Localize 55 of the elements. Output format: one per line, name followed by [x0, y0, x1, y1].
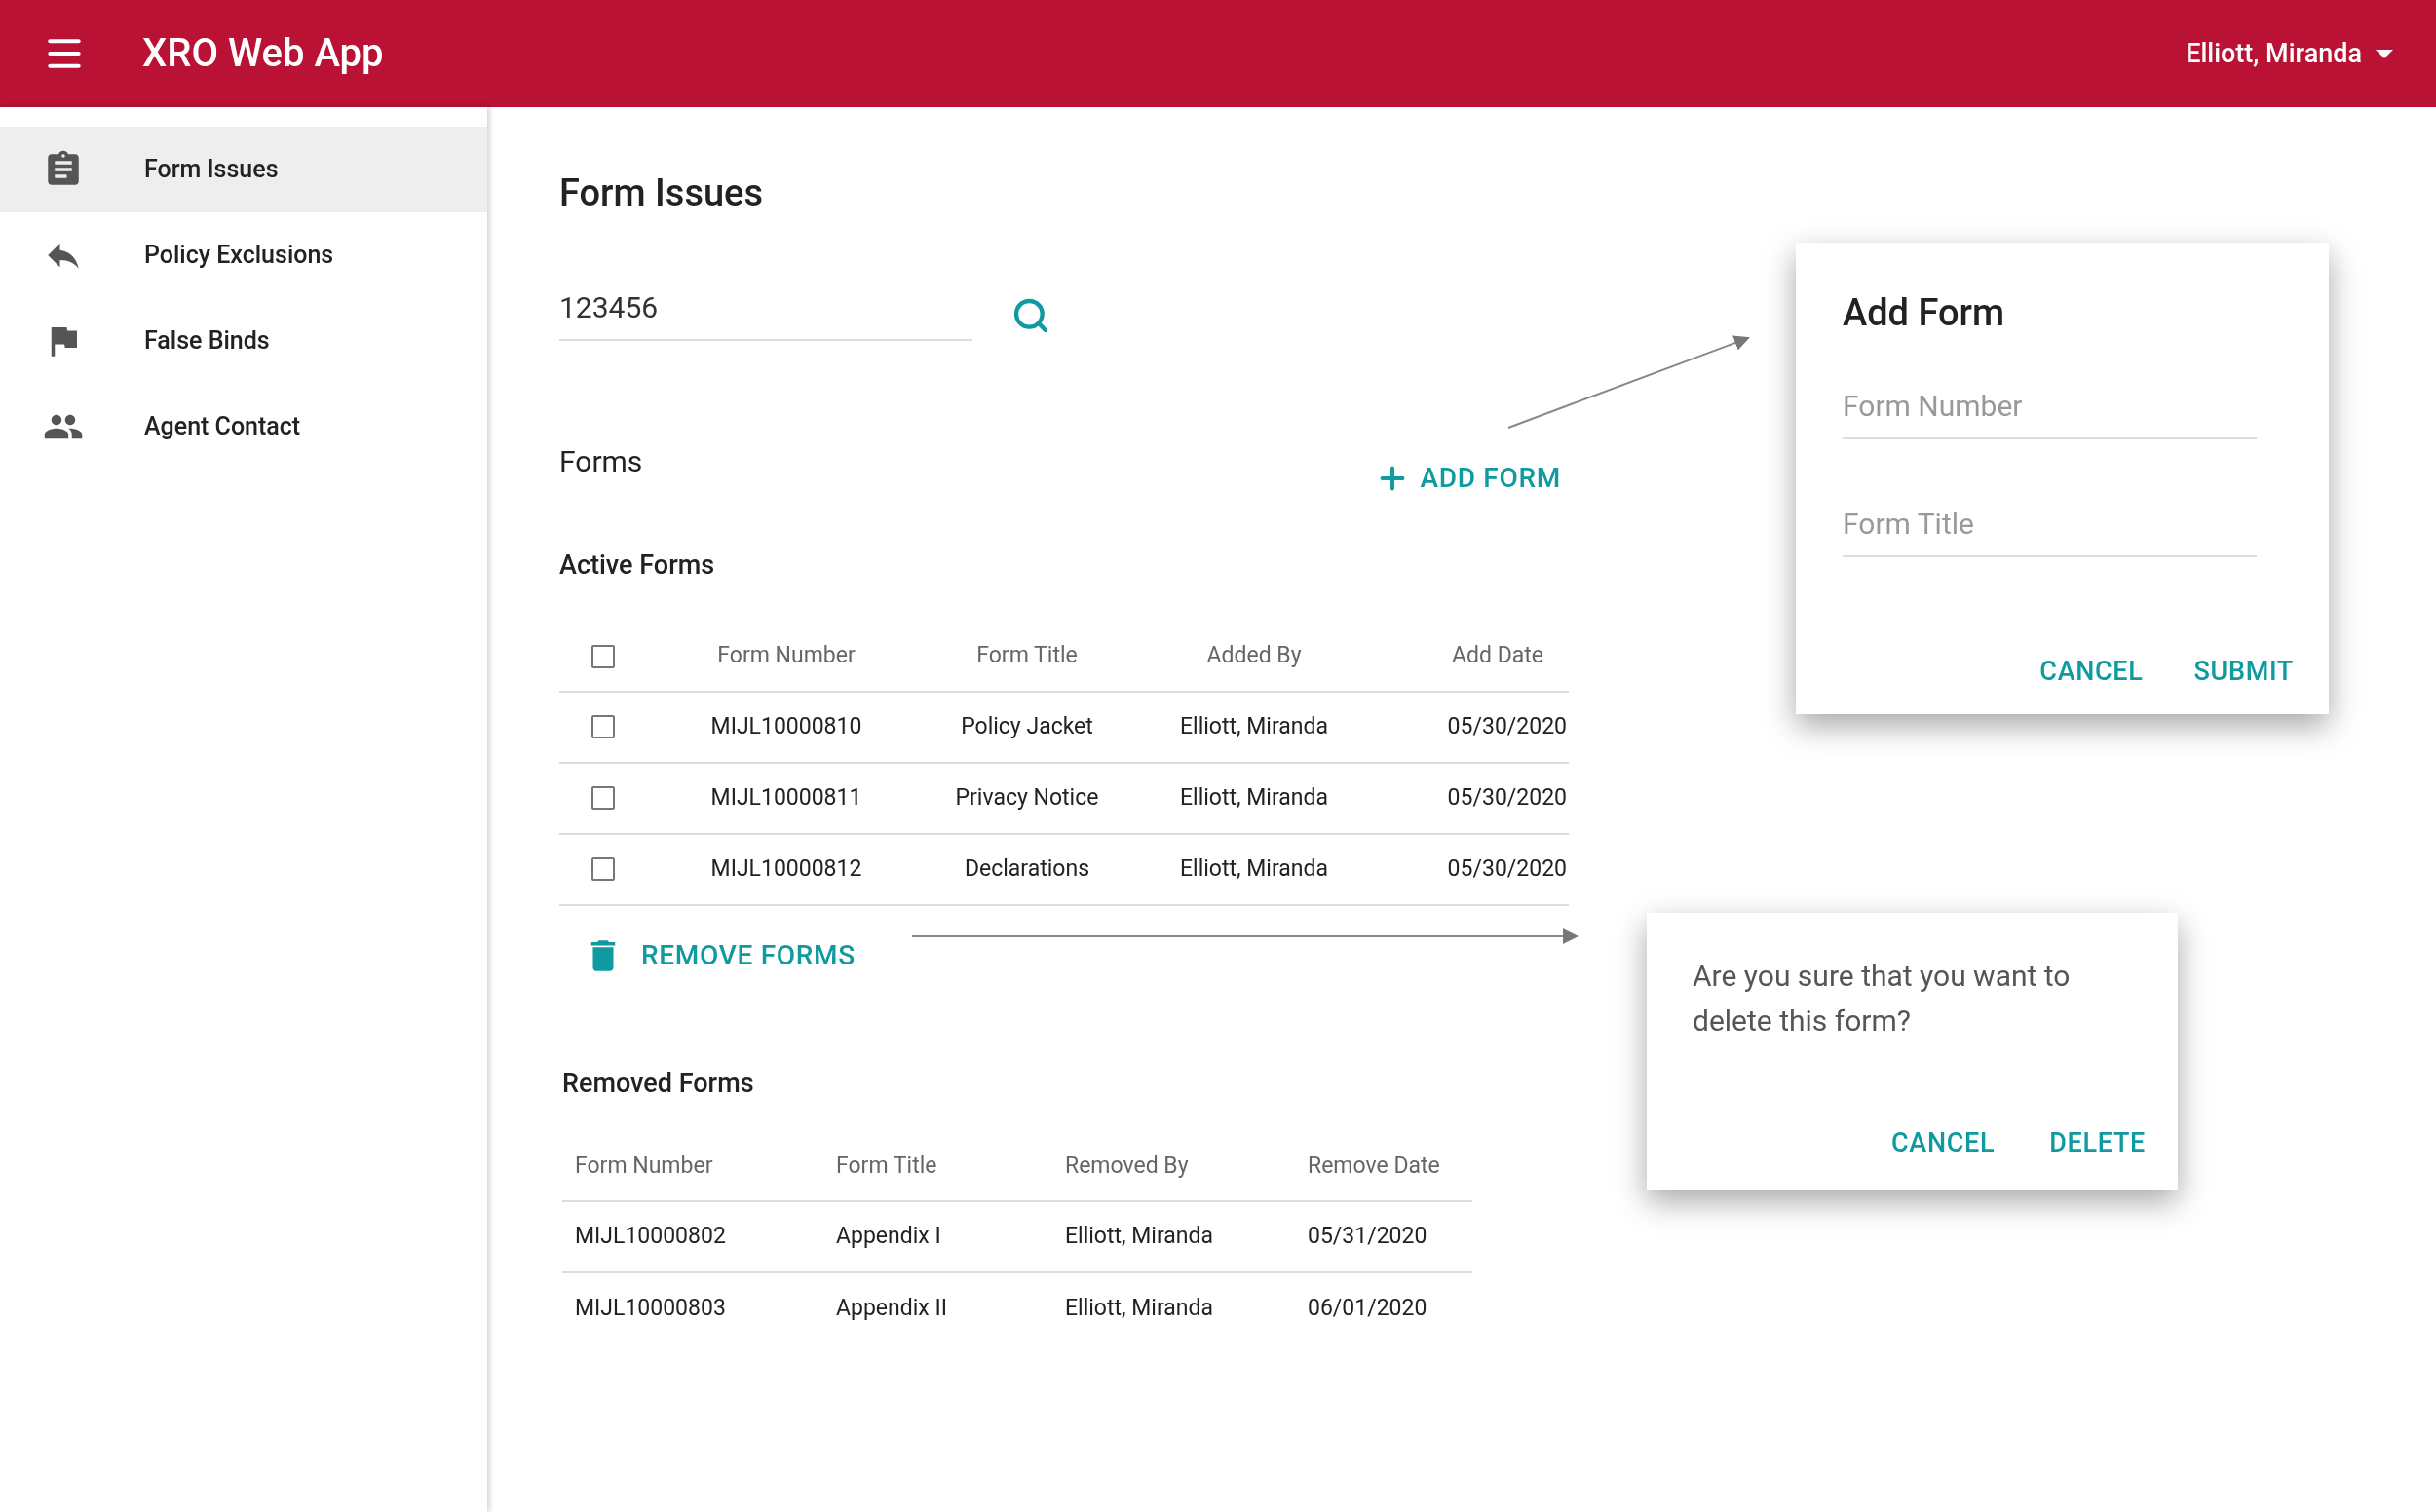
add-form-button[interactable]: ADD FORM — [1375, 458, 1561, 499]
table-cell-text: MIJL10000811 — [710, 782, 862, 813]
table-cell-text: MIJL10000810 — [710, 711, 862, 741]
sidebar-item[interactable]: Agent Contact — [0, 384, 487, 470]
column-header: Remove Date — [1307, 1151, 1441, 1181]
dialog-title: Add Form — [1843, 290, 2006, 336]
checkbox[interactable] — [591, 715, 615, 738]
table-cell-text: MIJL10000812 — [710, 853, 862, 884]
column-header: Form Number — [717, 641, 856, 671]
table-cell-text: Elliott, Miranda — [1064, 1222, 1214, 1252]
table-title: Removed Forms — [562, 1066, 755, 1101]
column-header: Form Number — [574, 1151, 714, 1181]
sidebar-item[interactable]: Policy Exclusions — [0, 212, 487, 298]
app-title: XRO Web App — [142, 29, 384, 78]
table-cell-text: Policy Jacket — [961, 711, 1093, 741]
user-menu[interactable]: Elliott, Miranda — [2186, 33, 2393, 74]
table-cell-text: 05/31/2020 — [1307, 1222, 1428, 1252]
caret-icon — [2376, 49, 2393, 58]
table-cell-text: Elliott, Miranda — [1064, 1294, 1214, 1324]
dialog-button[interactable]: CANCEL — [2039, 652, 2144, 692]
column-header: Add Date — [1452, 641, 1544, 671]
column-header: Form Title — [835, 1151, 938, 1181]
dialog-button[interactable]: DELETE — [2049, 1123, 2146, 1163]
page-title: Form Issues — [559, 170, 764, 216]
table-cell-text: MIJL10000802 — [574, 1222, 727, 1252]
table-cell-text: 05/30/2020 — [1447, 711, 1568, 741]
table-cell-text: Privacy Notice — [955, 782, 1099, 813]
sidebar-item[interactable]: False Binds — [0, 298, 487, 384]
table-cell-text: Declarations — [964, 853, 1090, 884]
table-cell-text: Appendix II — [835, 1294, 948, 1324]
table-cell-text: MIJL10000803 — [574, 1294, 727, 1324]
table-cell-text: Elliott, Miranda — [1180, 711, 1328, 741]
table-cell-text: Elliott, Miranda — [1180, 782, 1328, 813]
search-field[interactable]: 123456 — [559, 285, 972, 341]
table-cell-text: Appendix I — [835, 1222, 942, 1252]
table-cell-text: 06/01/2020 — [1307, 1294, 1428, 1324]
text-field[interactable]: Form Number — [1843, 384, 2257, 439]
column-header: Form Title — [976, 641, 1078, 671]
dialog-button[interactable]: SUBMIT — [2193, 652, 2294, 692]
checkbox[interactable] — [591, 786, 615, 810]
dialog-button[interactable]: CANCEL — [1891, 1123, 1996, 1163]
column-header: Removed By — [1064, 1151, 1190, 1181]
table-cell-text: 05/30/2020 — [1447, 782, 1568, 813]
table-cell-text: Elliott, Miranda — [1180, 853, 1328, 884]
table-cell-text: 05/30/2020 — [1447, 853, 1568, 884]
sidebar-item[interactable]: Form Issues — [0, 127, 487, 212]
column-header: Added By — [1206, 641, 1302, 671]
section-heading: Forms — [559, 443, 643, 480]
remove-forms-button[interactable]: REMOVE FORMS — [583, 934, 856, 976]
search-icon[interactable] — [1011, 296, 1050, 335]
table-title: Active Forms — [559, 548, 716, 583]
dialog-message: Are you sure that you want to delete this form? — [1693, 958, 2072, 1040]
text-field[interactable]: Form Title — [1843, 502, 2257, 557]
checkbox[interactable] — [591, 857, 615, 881]
checkbox[interactable] — [591, 644, 615, 668]
